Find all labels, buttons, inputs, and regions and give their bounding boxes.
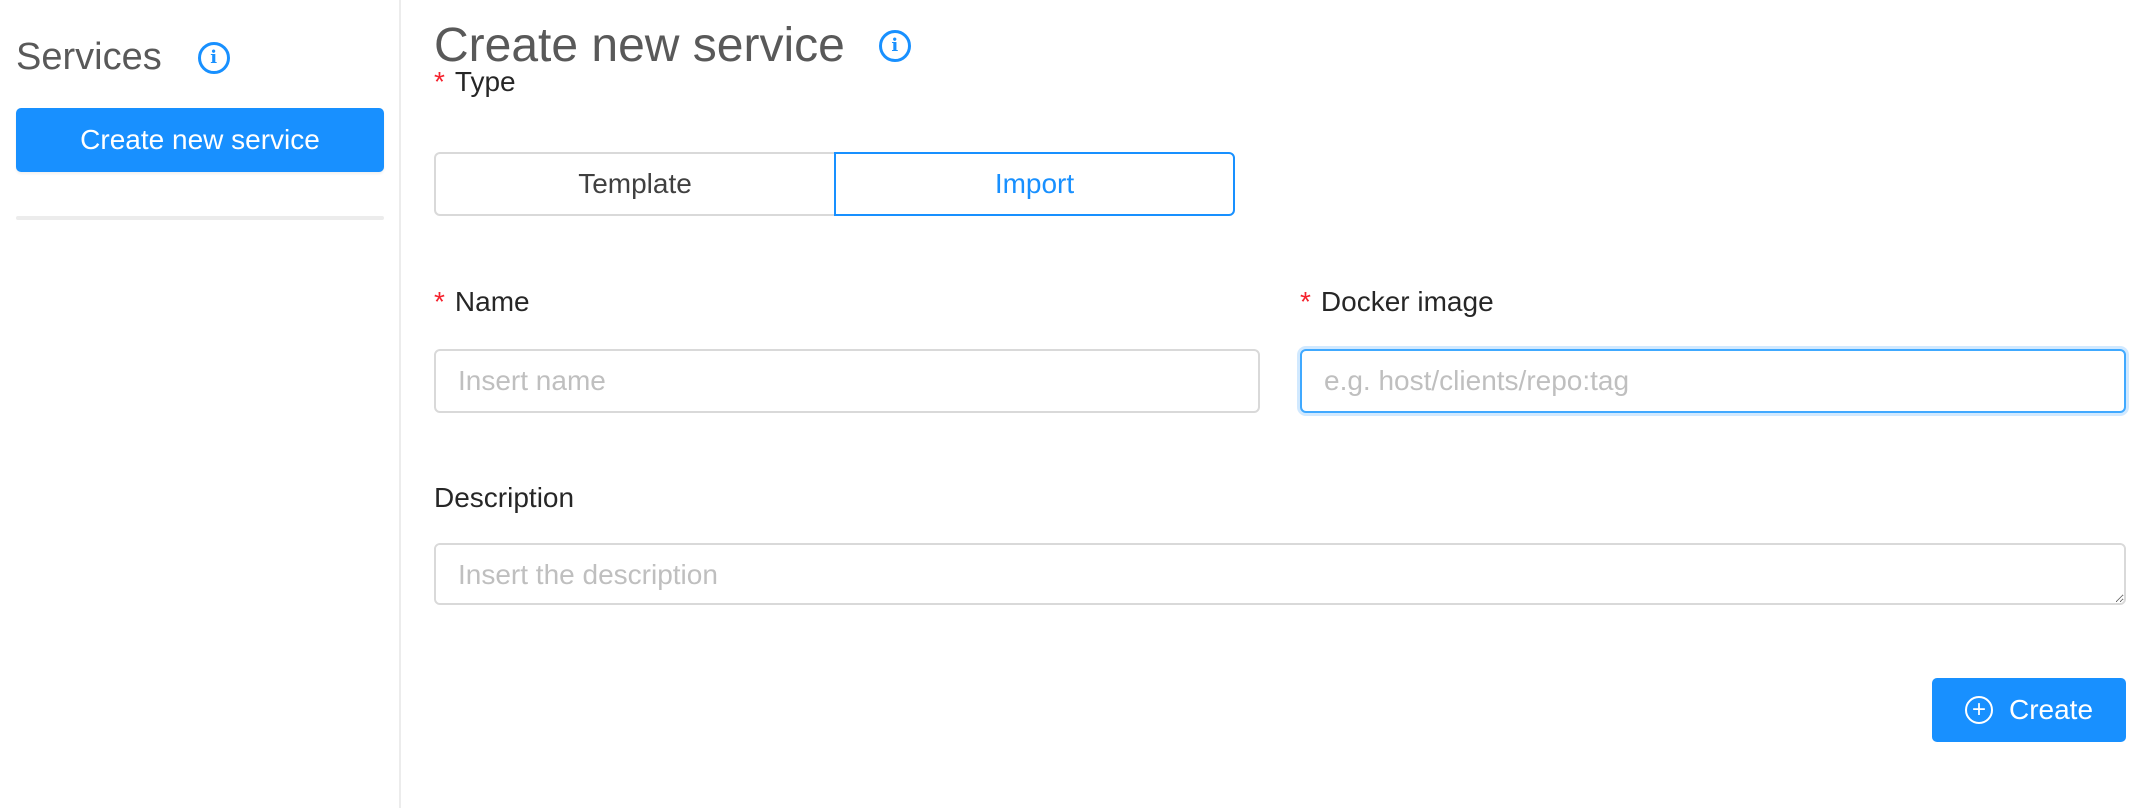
create-new-service-button[interactable]: Create new service <box>16 108 384 172</box>
description-textarea[interactable] <box>434 543 2126 605</box>
info-circle-icon[interactable]: i <box>197 41 230 74</box>
page-header: Create new service i <box>434 18 911 73</box>
info-circle-icon[interactable]: i <box>878 29 911 62</box>
required-marker: * <box>434 286 445 317</box>
create-service-form: Create new service i * Type Template Impo… <box>403 0 2146 808</box>
sidebar-title: Services <box>16 36 162 78</box>
type-option-import[interactable]: Import <box>834 152 1235 216</box>
required-marker: * <box>1300 286 1311 317</box>
description-label: Description <box>434 482 575 513</box>
sidebar-header: Services i <box>16 36 230 79</box>
plus-circle-icon: + <box>1964 696 1993 724</box>
page-title: Create new service <box>434 19 845 72</box>
docker-image-label-text: Docker image <box>1320 286 1494 317</box>
type-segmented-control: Template Import <box>434 152 1235 216</box>
sidebar-divider <box>16 216 384 220</box>
type-label-text: Type <box>454 66 516 97</box>
required-marker: * <box>434 66 445 97</box>
create-button-label: Create <box>2008 694 2094 725</box>
sidebar: Services i Create new service <box>0 0 401 808</box>
create-button[interactable]: + Create <box>1932 678 2126 742</box>
docker-image-label: * Docker image <box>1300 286 1494 318</box>
name-label-text: Name <box>454 286 530 317</box>
name-input[interactable] <box>434 349 1260 413</box>
name-label: * Name <box>434 286 530 318</box>
type-label: * Type <box>434 66 516 98</box>
type-option-template[interactable]: Template <box>434 152 834 216</box>
docker-image-input[interactable] <box>1300 349 2126 413</box>
